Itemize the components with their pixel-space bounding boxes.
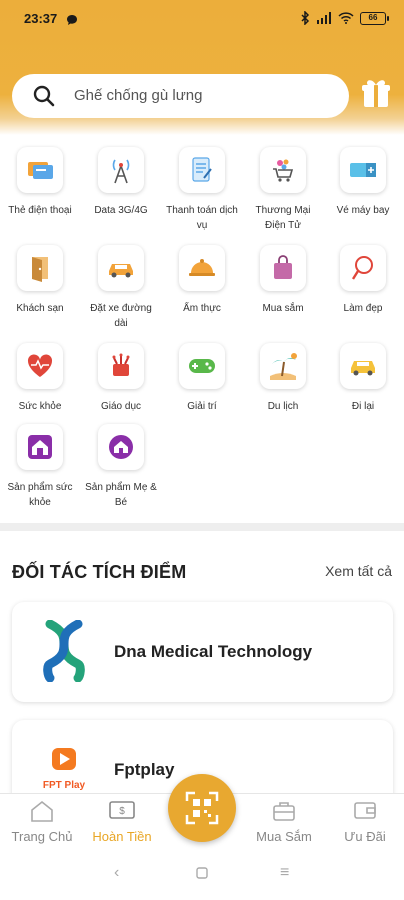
- nav-label: Ưu Đãi: [344, 829, 386, 844]
- cloche-icon: [179, 245, 225, 291]
- status-icons: 66: [300, 11, 389, 25]
- category-label: Sức khỏe: [18, 401, 62, 412]
- category-label: Đi lại: [351, 401, 375, 412]
- briefcase-icon: [244, 800, 324, 824]
- phone-card-icon: [17, 147, 63, 193]
- category-label: Khách sạn: [16, 303, 64, 314]
- cart-icon: [260, 147, 306, 193]
- home-square-icon[interactable]: [196, 866, 208, 884]
- cashback-icon: $: [82, 800, 162, 824]
- category-label: Giải trí: [187, 401, 217, 412]
- nav-offers[interactable]: Ưu Đãi: [325, 794, 404, 844]
- svg-text:FPT Play: FPT Play: [43, 780, 86, 791]
- category-item[interactable]: Data 3G/4G: [81, 147, 161, 218]
- car-icon: [98, 245, 144, 291]
- category-item[interactable]: Giải trí: [162, 343, 242, 414]
- see-all-link[interactable]: Xem tất cả: [325, 563, 392, 579]
- category-item[interactable]: Ẩm thực: [162, 245, 242, 316]
- wallet-icon: [325, 800, 404, 824]
- status-time: 23:37: [24, 11, 58, 26]
- gamepad-icon: [179, 343, 225, 389]
- search-icon: [32, 84, 56, 113]
- partner-name: Dna Medical Technology: [114, 642, 313, 661]
- taxi-icon: [340, 343, 386, 389]
- chat-notification-icon: [66, 13, 78, 31]
- partner-name: Fptplay: [114, 760, 175, 779]
- category-item[interactable]: Giáo dục: [81, 343, 161, 414]
- qr-icon: [185, 791, 219, 825]
- category-item[interactable]: Thẻ điện thoại: [0, 147, 80, 218]
- category-label: Thẻ điện thoại: [8, 205, 72, 216]
- battery-icon: 66: [360, 11, 389, 25]
- ticket-icon: [340, 147, 386, 193]
- mirror-icon: [340, 245, 386, 291]
- category-item[interactable]: Du lịch: [243, 343, 323, 414]
- category-item[interactable]: Sản phẩm Mẹ & Bé: [81, 424, 161, 510]
- category-label: Làm đẹp: [343, 303, 383, 314]
- search-placeholder: Ghế chống gù lưng: [74, 87, 203, 104]
- wifi-icon: [338, 12, 354, 24]
- category-label: Ẩm thực: [183, 303, 221, 314]
- category-item[interactable]: Mua sắm: [243, 245, 323, 316]
- beach-icon: [260, 343, 306, 389]
- home-baby-icon: [98, 424, 144, 470]
- nav-home[interactable]: Trang Chủ: [2, 794, 82, 844]
- home-health-icon: [17, 424, 63, 470]
- home-icon: [2, 800, 82, 824]
- bill-icon: [179, 147, 225, 193]
- section-divider: [0, 523, 404, 531]
- nav-label: Trang Chủ: [11, 829, 73, 844]
- category-item[interactable]: Đặt xe đường dài: [81, 245, 161, 331]
- door-icon: [17, 245, 63, 291]
- nav-label: Hoàn Tiền: [92, 829, 152, 844]
- nav-shopping[interactable]: Mua Sắm: [244, 794, 324, 844]
- category-label: Thanh toán dịch vụ: [166, 205, 238, 231]
- antenna-icon: [98, 147, 144, 193]
- nav-label: Mua Sắm: [256, 829, 312, 844]
- category-label: Giáo dục: [100, 401, 142, 412]
- heart-pulse-icon: [17, 343, 63, 389]
- partners-section-title: ĐỐI TÁC TÍCH ĐIỂM: [12, 562, 187, 582]
- category-item[interactable]: Sức khỏe: [0, 343, 80, 414]
- category-item[interactable]: Sản phẩm sức khỏe: [0, 424, 80, 510]
- category-item[interactable]: Vé máy bay: [323, 147, 403, 218]
- status-bar: 23:37 66: [0, 0, 404, 38]
- bluetooth-icon: [301, 11, 310, 25]
- back-icon[interactable]: ‹: [114, 864, 119, 882]
- education-icon: [98, 343, 144, 389]
- fptplay-logo-icon: FPT Play: [38, 748, 90, 797]
- category-label: Đặt xe đường dài: [90, 303, 152, 329]
- qr-scan-button[interactable]: [168, 774, 236, 842]
- category-item[interactable]: Làm đẹp: [323, 245, 403, 316]
- gift-icon[interactable]: [361, 77, 391, 114]
- category-label: Sản phẩm Mẹ & Bé: [85, 482, 157, 508]
- category-item[interactable]: Đi lại: [323, 343, 403, 414]
- search-input[interactable]: Ghế chống gù lưng: [12, 74, 349, 118]
- partner-card[interactable]: Dna Medical Technology: [12, 602, 393, 702]
- menu-lines-icon[interactable]: ≡: [280, 864, 289, 882]
- category-label: Data 3G/4G: [94, 205, 148, 216]
- shopping-bag-icon: [260, 245, 306, 291]
- category-item[interactable]: Thanh toán dịch vụ: [162, 147, 242, 233]
- nav-cashback[interactable]: $ Hoàn Tiền: [82, 794, 162, 844]
- category-label: Sản phẩm sức khỏe: [7, 482, 73, 508]
- svg-text:$: $: [119, 806, 125, 817]
- category-label: Mua sắm: [262, 303, 304, 314]
- category-label: Thương Mại Điện Tử: [255, 205, 311, 231]
- dna-logo-icon: [42, 619, 86, 687]
- category-label: Du lịch: [267, 401, 299, 412]
- category-item[interactable]: Thương Mại Điện Tử: [243, 147, 323, 233]
- header: 23:37 66 Ghế chống gù lưng: [0, 0, 404, 135]
- category-item[interactable]: Khách sạn: [0, 245, 80, 316]
- signal-icon: [317, 12, 331, 24]
- system-nav-bar: ‹ ≡: [0, 850, 404, 900]
- category-label: Vé máy bay: [336, 205, 390, 216]
